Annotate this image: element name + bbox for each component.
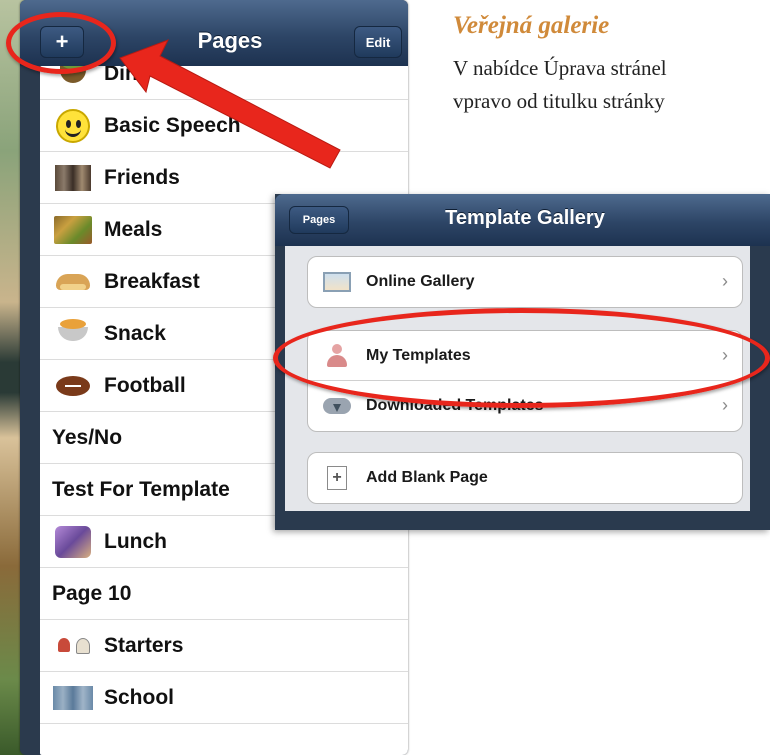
page-item-label: Lunch — [104, 529, 167, 553]
template-gallery-title: Template Gallery — [445, 207, 605, 229]
page-item-label: Yes/No — [52, 425, 123, 449]
page-item-school[interactable]: School — [40, 672, 408, 724]
bread-icon — [52, 265, 94, 299]
gallery-group-online: Online Gallery › — [307, 256, 743, 308]
page-item-starters[interactable]: Starters — [40, 620, 408, 672]
blank-page-icon: + — [322, 466, 352, 490]
page-item-label: Breakfast — [104, 269, 200, 293]
edit-button[interactable]: Edit — [354, 26, 402, 58]
page-item-label: Meals — [104, 217, 163, 241]
article-line: V nabídce Úprava stránel — [453, 56, 667, 80]
add-blank-page-row[interactable]: + Add Blank Page — [308, 453, 742, 503]
row-label: Online Gallery — [366, 273, 475, 290]
template-gallery-navbar: Pages Template Gallery — [275, 194, 770, 246]
page-item-label: School — [104, 685, 175, 709]
article-line: vpravo od titulku stránky — [453, 89, 665, 113]
page-item-basic-speech[interactable]: Basic Speech — [40, 100, 408, 152]
page-item-label: Friends — [104, 165, 180, 189]
snack-icon — [52, 317, 94, 351]
smiley-icon — [52, 108, 94, 143]
back-to-pages-button[interactable]: Pages — [289, 206, 349, 234]
page-item-label: Football — [104, 373, 186, 397]
annotation-circle-add-button — [6, 12, 116, 74]
page-item-label: Dinn — [104, 66, 151, 85]
download-icon — [322, 394, 352, 418]
meal-icon — [52, 213, 94, 247]
chevron-right-icon: › — [722, 271, 728, 291]
frame-icon — [322, 270, 352, 294]
page-item-dinner[interactable]: Dinn — [40, 66, 408, 100]
page-item-label: Test For Template — [52, 477, 230, 501]
page-item-label: Page 10 — [52, 581, 132, 605]
gallery-group-blank: + Add Blank Page — [307, 452, 743, 504]
annotation-circle-my-templates — [273, 308, 770, 408]
page-item-label: Basic Speech — [104, 113, 241, 137]
row-label: Add Blank Page — [366, 469, 488, 486]
starters-icon — [52, 629, 94, 663]
photo-icon — [52, 161, 94, 195]
lunch-icon — [52, 525, 94, 559]
page-item-label: Snack — [104, 321, 166, 345]
football-icon — [52, 369, 94, 403]
article-paragraph: V nabídce Úprava stránel vpravo od titul… — [453, 52, 770, 118]
school-icon — [52, 681, 94, 715]
article-heading: Veřejná galerie — [453, 12, 610, 39]
page-item-label: Starters — [104, 633, 184, 657]
pages-title: Pages — [197, 28, 263, 53]
chevron-right-icon: › — [722, 395, 728, 415]
page-item-page-10[interactable]: Page 10 — [40, 568, 408, 620]
online-gallery-row[interactable]: Online Gallery › — [308, 257, 742, 307]
